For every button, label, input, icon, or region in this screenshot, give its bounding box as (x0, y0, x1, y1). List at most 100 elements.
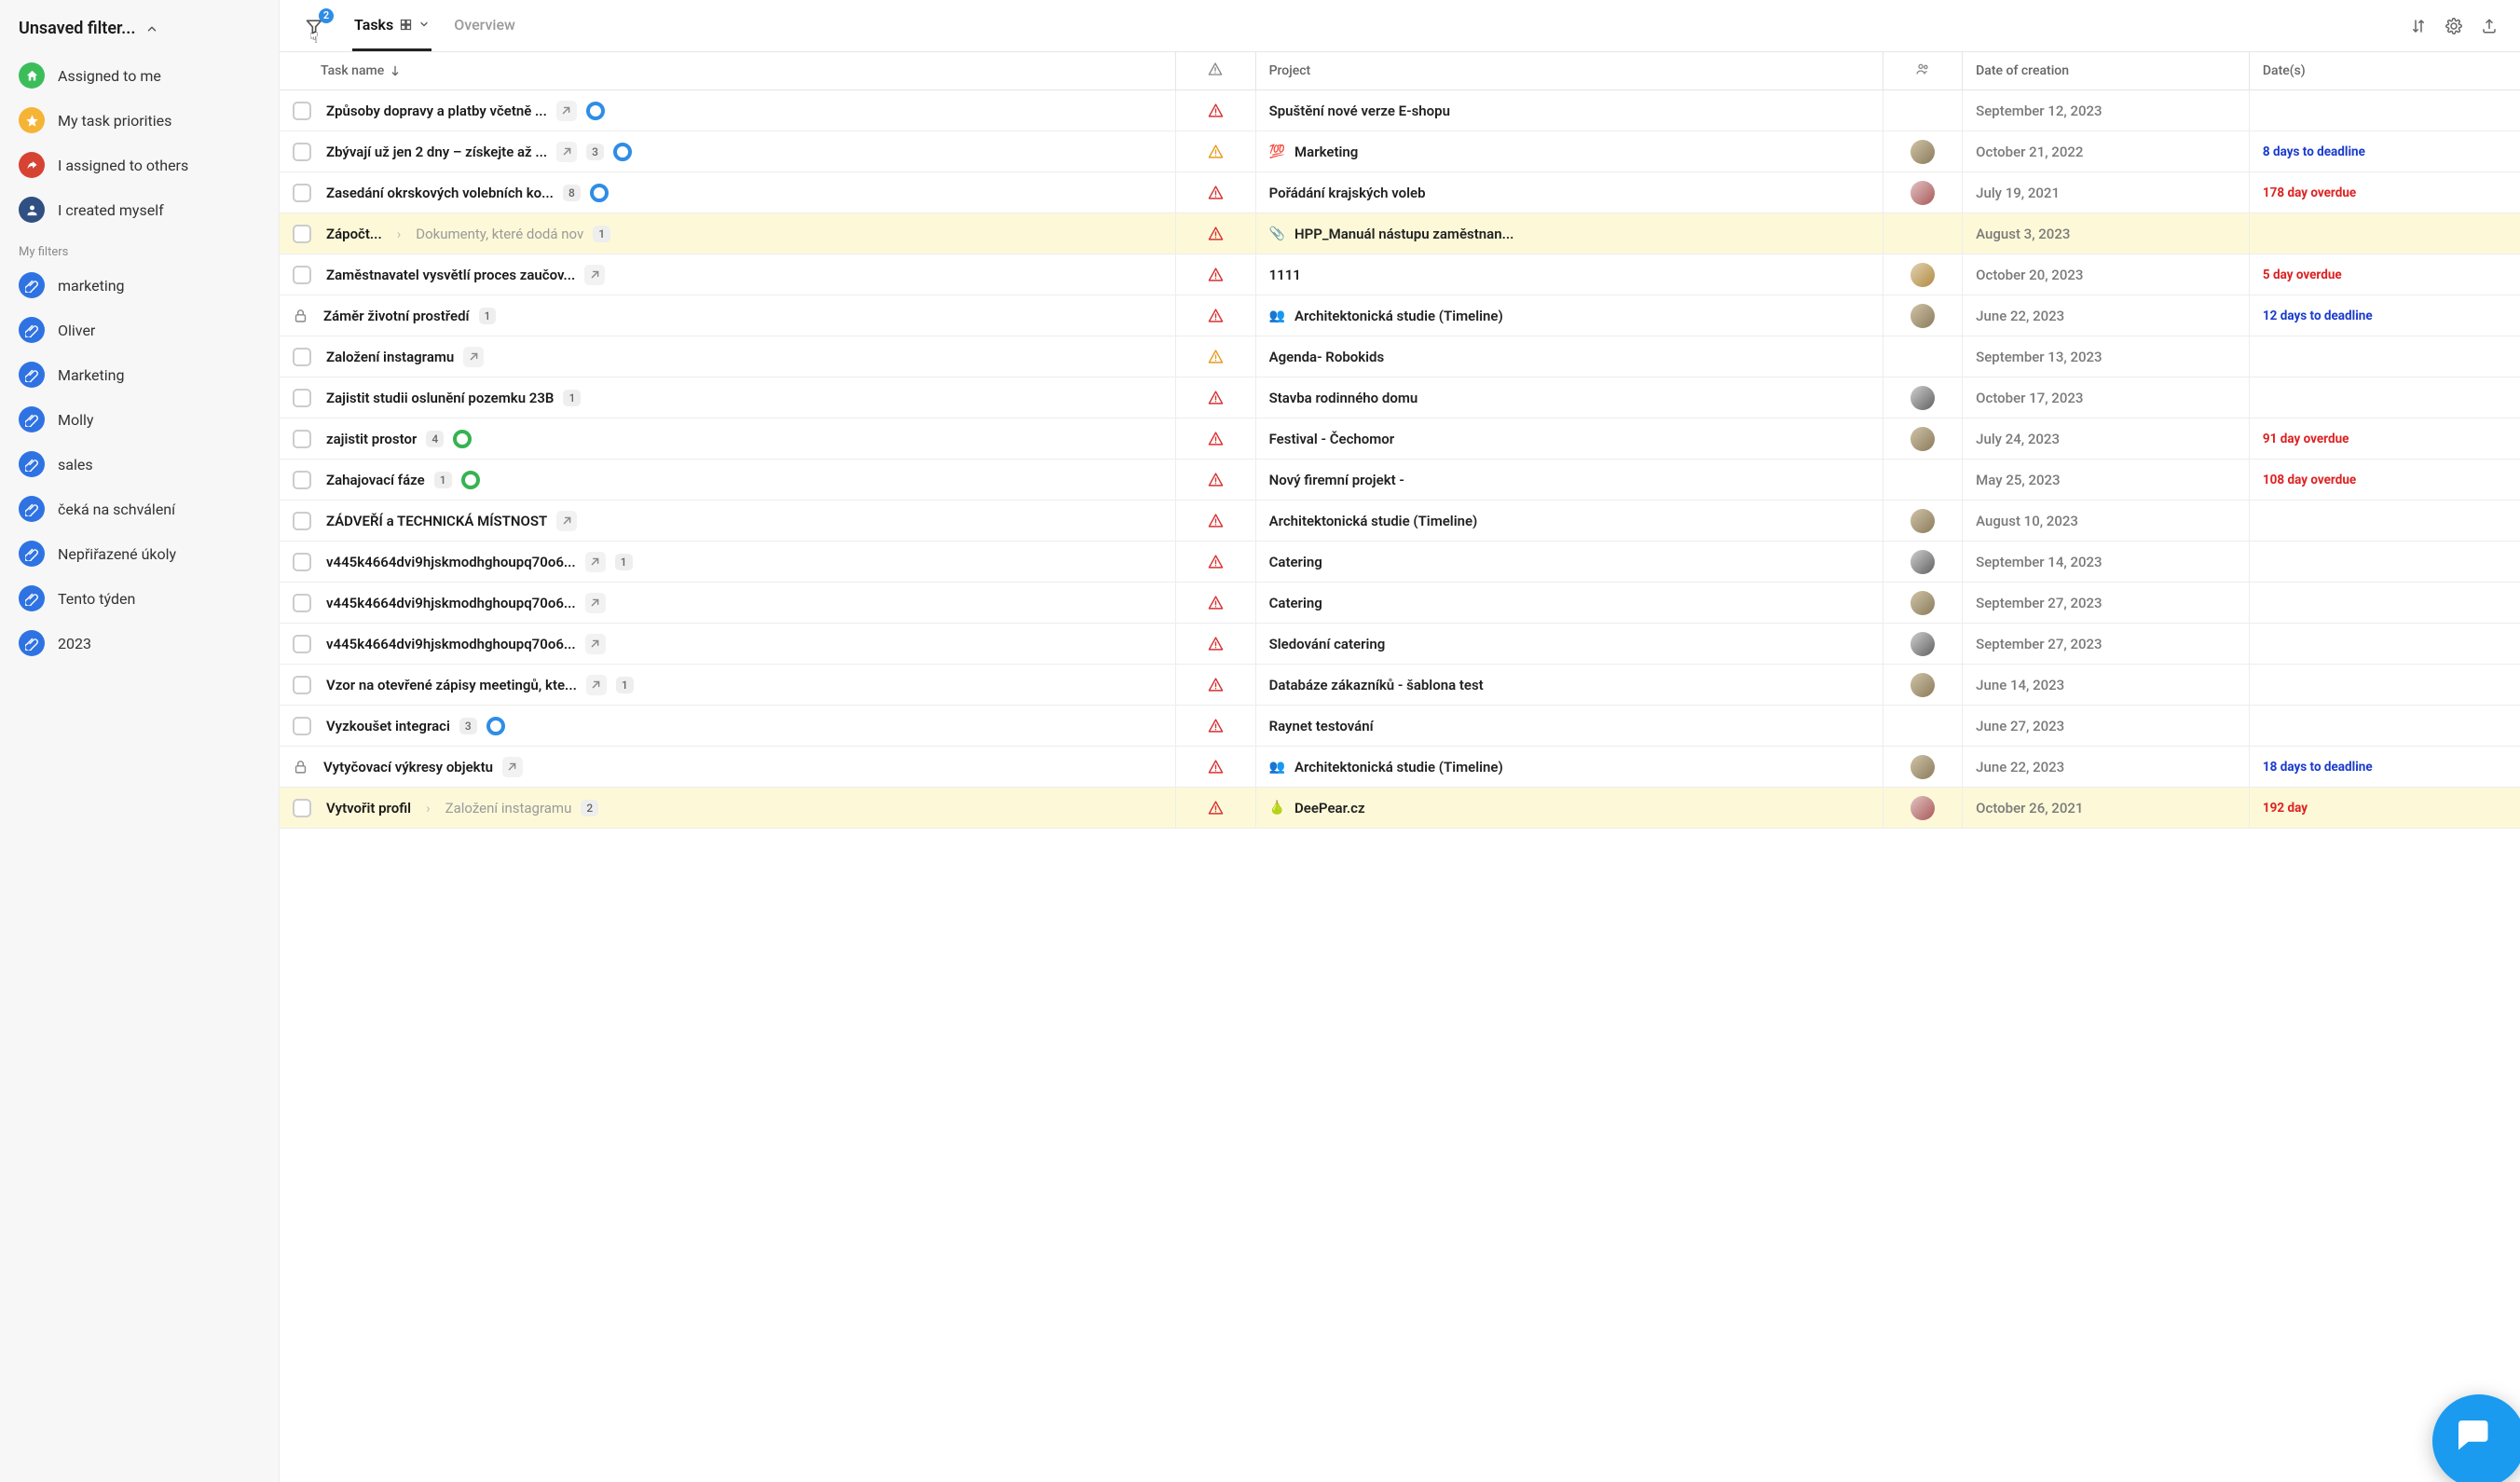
column-dates[interactable]: Date(s) (2249, 52, 2520, 90)
table-row[interactable]: Zbývají už jen 2 dny – získejte až ...3💯… (280, 131, 2520, 172)
project-cell[interactable]: Agenda- Robokids (1256, 336, 1883, 377)
sidebar-filter-item[interactable]: čeká na schválení (0, 487, 279, 531)
sidebar-filter-item[interactable]: 2023 (0, 621, 279, 666)
table-row[interactable]: Vzor na otevřené zápisy meetingů, kte...… (280, 665, 2520, 706)
table-row[interactable]: v445k4664dvi9hjskmodhghoupq70o6...Sledov… (280, 624, 2520, 665)
open-link-button[interactable] (585, 552, 606, 572)
task-checkbox[interactable] (293, 102, 311, 120)
task-checkbox[interactable] (293, 266, 311, 284)
table-row[interactable]: Zajistit studii oslunění pozemku 23B1Sta… (280, 377, 2520, 419)
sidebar-item-home[interactable]: Assigned to me (0, 53, 279, 98)
task-checkbox[interactable] (293, 348, 311, 366)
assignee-avatar[interactable] (1911, 796, 1935, 820)
sort-button[interactable] (2408, 16, 2429, 36)
table-row[interactable]: Záměr životní prostředí1👥Architektonická… (280, 295, 2520, 336)
project-cell[interactable]: Stavba rodinného domu (1256, 377, 1883, 418)
project-cell[interactable]: Pořádání krajských voleb (1256, 172, 1883, 213)
task-checkbox[interactable] (293, 389, 311, 407)
assignee-avatar[interactable] (1911, 386, 1935, 410)
project-cell[interactable]: Databáze zákazníků - šablona test (1256, 665, 1883, 705)
open-link-button[interactable] (502, 757, 523, 777)
table-row[interactable]: Vyzkoušet integraci3Raynet testováníJune… (280, 706, 2520, 747)
open-link-button[interactable] (556, 101, 577, 121)
project-cell[interactable]: Catering (1256, 583, 1883, 623)
table-row[interactable]: Zahajovací fáze1Nový firemní projekt -Ma… (280, 460, 2520, 501)
open-link-button[interactable] (556, 142, 577, 162)
sidebar-filter-item[interactable]: marketing (0, 263, 279, 308)
task-checkbox[interactable] (293, 717, 311, 735)
table-row[interactable]: Zasedání okrskových volebních ko...8Pořá… (280, 172, 2520, 213)
table-row[interactable]: v445k4664dvi9hjskmodhghoupq70o6...Cateri… (280, 583, 2520, 624)
table-row[interactable]: Způsoby dopravy a platby včetně ...Spušt… (280, 90, 2520, 131)
open-link-button[interactable] (586, 675, 607, 695)
column-assignee[interactable] (1883, 52, 1962, 90)
assignee-avatar[interactable] (1911, 181, 1935, 205)
table-row[interactable]: Vytyčovací výkresy objektu👥Architektonic… (280, 747, 2520, 788)
open-link-button[interactable] (585, 634, 606, 654)
export-button[interactable] (2479, 16, 2499, 36)
assignee-avatar[interactable] (1911, 591, 1935, 615)
task-checkbox[interactable] (293, 635, 311, 653)
column-project[interactable]: Project (1255, 52, 1883, 90)
sidebar-filter-item[interactable]: Molly (0, 397, 279, 442)
assignee-avatar[interactable] (1911, 550, 1935, 574)
assignee-avatar[interactable] (1911, 263, 1935, 287)
filter-button[interactable]: 2 ☟ (300, 12, 328, 40)
assignee-avatar[interactable] (1911, 632, 1935, 656)
project-cell[interactable]: 🍐DeePear.cz (1256, 788, 1883, 828)
task-checkbox[interactable] (293, 471, 311, 489)
task-checkbox[interactable] (293, 184, 311, 202)
tab-tasks[interactable]: Tasks (352, 0, 431, 51)
project-cell[interactable]: Architektonická studie (Timeline) (1256, 501, 1883, 541)
column-task-name[interactable]: Task name (280, 52, 1176, 90)
table-row[interactable]: Zápočt...›Dokumenty, které dodá nov1📎HPP… (280, 213, 2520, 254)
chat-fab[interactable] (2432, 1394, 2520, 1482)
open-link-button[interactable] (463, 347, 484, 367)
task-checkbox[interactable] (293, 594, 311, 612)
filter-title-dropdown[interactable]: Unsaved filter... (0, 0, 279, 53)
task-checkbox[interactable] (293, 430, 311, 448)
assignee-avatar[interactable] (1911, 755, 1935, 779)
project-cell[interactable]: Spuštění nové verze E-shopu (1256, 90, 1883, 130)
settings-button[interactable] (2444, 16, 2464, 36)
column-priority[interactable] (1176, 52, 1255, 90)
sidebar-filter-item[interactable]: Marketing (0, 352, 279, 397)
project-cell[interactable]: 📎HPP_Manuál nástupu zaměstnan... (1256, 213, 1883, 254)
project-cell[interactable]: 💯Marketing (1256, 131, 1883, 172)
sidebar-item-share[interactable]: I assigned to others (0, 143, 279, 187)
table-row[interactable]: Založení instagramuAgenda- RobokidsSepte… (280, 336, 2520, 377)
table-row[interactable]: ZÁDVEŘÍ a TECHNICKÁ MÍSTNOSTArchitektoni… (280, 501, 2520, 542)
assignee-avatar[interactable] (1911, 673, 1935, 697)
open-link-button[interactable] (556, 511, 577, 531)
project-cell[interactable]: 👥Architektonická studie (Timeline) (1256, 295, 1883, 336)
open-link-button[interactable] (584, 265, 605, 285)
sidebar-filter-item[interactable]: sales (0, 442, 279, 487)
assignee-avatar[interactable] (1911, 509, 1935, 533)
project-cell[interactable]: Nový firemní projekt - (1256, 460, 1883, 500)
sidebar-item-star[interactable]: My task priorities (0, 98, 279, 143)
project-cell[interactable]: Catering (1256, 542, 1883, 582)
assignee-avatar[interactable] (1911, 304, 1935, 328)
open-link-button[interactable] (585, 593, 606, 613)
tab-overview[interactable]: Overview (452, 0, 517, 51)
task-checkbox[interactable] (293, 799, 311, 817)
column-date-created[interactable]: Date of creation (1963, 52, 2250, 90)
task-checkbox[interactable] (293, 553, 311, 571)
project-cell[interactable]: Festival - Čechomor (1256, 419, 1883, 459)
assignee-avatar[interactable] (1911, 427, 1935, 451)
task-checkbox[interactable] (293, 676, 311, 694)
project-cell[interactable]: 1111 (1256, 254, 1883, 295)
project-cell[interactable]: Sledování catering (1256, 624, 1883, 664)
table-row[interactable]: Vytvořit profil›Založení instagramu2🍐Dee… (280, 788, 2520, 829)
assignee-avatar[interactable] (1911, 140, 1935, 164)
sidebar-filter-item[interactable]: Tento týden (0, 576, 279, 621)
task-checkbox[interactable] (293, 143, 311, 161)
task-checkbox[interactable] (293, 225, 311, 243)
sidebar-filter-item[interactable]: Oliver (0, 308, 279, 352)
task-checkbox[interactable] (293, 512, 311, 530)
table-row[interactable]: Zaměstnavatel vysvětlí proces zaučov...1… (280, 254, 2520, 295)
project-cell[interactable]: Raynet testování (1256, 706, 1883, 746)
project-cell[interactable]: 👥Architektonická studie (Timeline) (1256, 747, 1883, 787)
sidebar-filter-item[interactable]: Nepřiřazené úkoly (0, 531, 279, 576)
sidebar-item-user[interactable]: I created myself (0, 187, 279, 232)
